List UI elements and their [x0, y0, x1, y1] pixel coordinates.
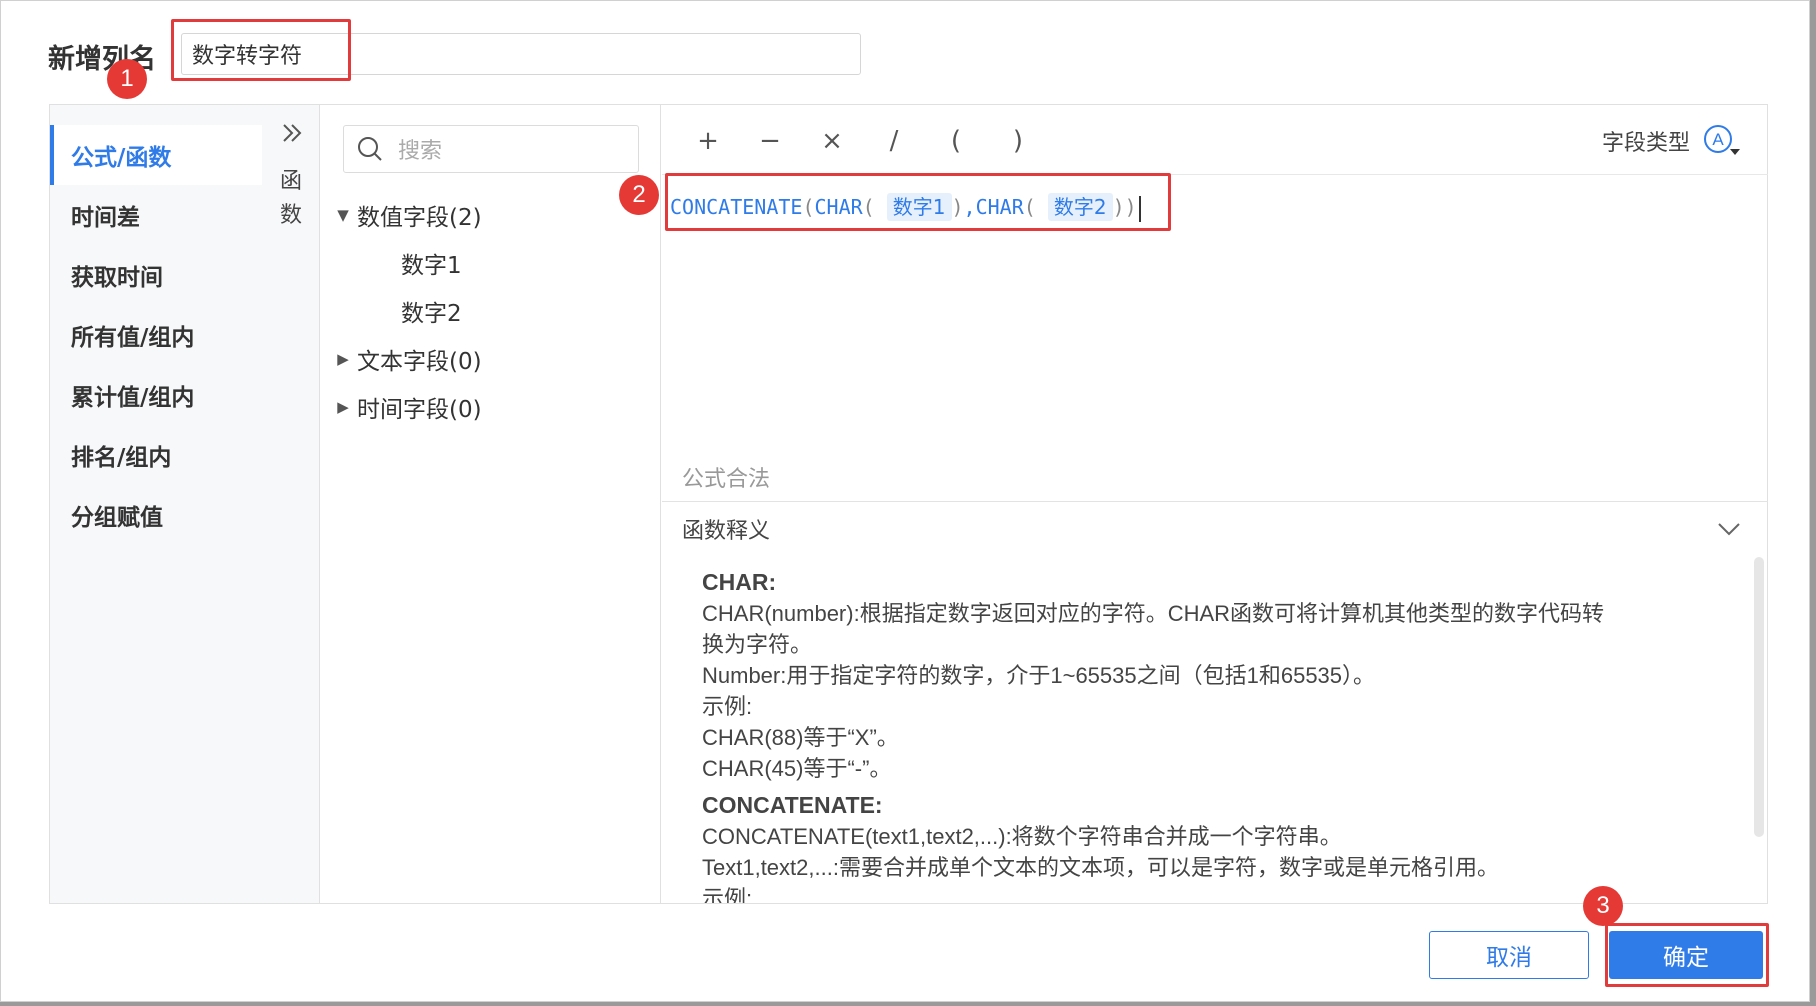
add-column-dialog: 新增列名 公式/函数 时间差 获取时间 所有值/组内 累计值/组内 排名/组内 … [0, 0, 1810, 1002]
operator-toolbar: + − × / ( ) 字段类型 A [662, 105, 1768, 175]
ok-button[interactable]: 确定 [1609, 931, 1763, 979]
formula-valid-status: 公式合法 [682, 467, 771, 492]
tree-group-numeric[interactable]: ▼ 数值字段(2) [329, 191, 649, 239]
search-placeholder: 搜索 [398, 139, 443, 164]
divider [662, 501, 1768, 502]
field-item-number1[interactable]: 数字1 [329, 239, 649, 287]
svg-text:A: A [1712, 130, 1724, 149]
field-type-dropdown-icon[interactable]: A [1702, 123, 1742, 159]
formula-field-chip[interactable]: 数字2 [1047, 193, 1113, 221]
doc-line: Text1,text2,...:需要合并成单个文本的文本项，可以是字符，数字或是… [702, 855, 1499, 880]
annotation-badge-1: 1 [107, 59, 147, 99]
doc-line: CHAR(88)等于“X”。 [702, 725, 899, 750]
op-multiply-button[interactable]: × [812, 121, 852, 161]
category-cumulative[interactable]: 累计值/组内 [50, 365, 262, 425]
function-panel-label[interactable]: 函 数 [278, 165, 304, 233]
double-chevron-right-icon[interactable] [280, 119, 304, 147]
doc-line: 示例: [702, 886, 753, 903]
op-open-paren-button[interactable]: ( [936, 121, 976, 161]
category-formula-function[interactable]: 公式/函数 [50, 125, 262, 185]
doc-line: CONCATENATE(text1,text2,...):将数个字符串合并成一个… [702, 824, 1342, 849]
formula-input[interactable]: CONCATENATE(CHAR( 数字1),CHAR( 数字2)) [670, 191, 1141, 222]
category-get-time[interactable]: 获取时间 [50, 245, 262, 305]
cancel-button[interactable]: 取消 [1429, 931, 1589, 979]
column-name-input[interactable] [181, 33, 861, 75]
function-doc-content: CHAR: CHAR(number):根据指定数字返回对应的字符。CHAR函数可… [702, 561, 1732, 903]
op-plus-button[interactable]: + [688, 121, 728, 161]
doc-line: 示例: [702, 694, 753, 719]
doc-function-name: CONCATENATE: [702, 792, 883, 818]
search-icon [358, 137, 382, 161]
op-divide-button[interactable]: / [874, 121, 914, 161]
doc-scrollbar[interactable] [1754, 557, 1764, 837]
category-rank[interactable]: 排名/组内 [50, 425, 262, 485]
field-item-number2[interactable]: 数字2 [329, 287, 649, 335]
doc-line: CHAR(number):根据指定数字返回对应的字符。CHAR函数可将计算机其他… [702, 601, 1605, 626]
doc-line: Number:用于指定字符的数字，介于1~65535之间（包括1和65535）。 [702, 663, 1376, 688]
category-list: 公式/函数 时间差 获取时间 所有值/组内 累计值/组内 排名/组内 分组赋值 [50, 105, 262, 903]
doc-line: CHAR(45)等于“-”。 [702, 756, 892, 781]
chevron-down-icon[interactable] [1716, 519, 1742, 539]
formula-field-chip[interactable]: 数字1 [886, 193, 952, 221]
category-all-values[interactable]: 所有值/组内 [50, 305, 262, 365]
annotation-badge-2: 2 [619, 175, 659, 215]
field-type-label: 字段类型 [1601, 131, 1690, 156]
field-tree: ▼ 数值字段(2) 数字1 数字2 ▶ 文本字段(0) ▶ 时间字段(0) [329, 191, 649, 431]
main-panel: 公式/函数 时间差 获取时间 所有值/组内 累计值/组内 排名/组内 分组赋值 … [49, 104, 1768, 904]
caret-right-icon: ▶ [337, 350, 349, 368]
field-search-input[interactable]: 搜索 [343, 125, 639, 173]
function-panel-collapsed: 函 数 [262, 105, 320, 903]
op-close-paren-button[interactable]: ) [998, 121, 1038, 161]
doc-line: 换为字符。 [702, 632, 813, 657]
text-caret [1138, 195, 1141, 222]
op-minus-button[interactable]: − [750, 121, 790, 161]
doc-function-name: CHAR: [702, 569, 777, 595]
tree-group-time[interactable]: ▶ 时间字段(0) [329, 383, 649, 431]
function-doc-title: 函数释义 [682, 519, 771, 544]
tree-group-text[interactable]: ▶ 文本字段(0) [329, 335, 649, 383]
caret-down-icon: ▼ [337, 206, 349, 224]
formula-editor: + − × / ( ) 字段类型 A CONCATENATE(CHAR( 数字1… [662, 105, 1768, 903]
category-group-assign[interactable]: 分组赋值 [50, 485, 262, 545]
field-panel: 搜索 ▼ 数值字段(2) 数字1 数字2 ▶ 文本字段(0) ▶ 时间字段(0) [321, 105, 661, 903]
category-time-diff[interactable]: 时间差 [50, 185, 262, 245]
annotation-badge-3: 3 [1583, 886, 1623, 926]
caret-right-icon: ▶ [337, 398, 349, 416]
